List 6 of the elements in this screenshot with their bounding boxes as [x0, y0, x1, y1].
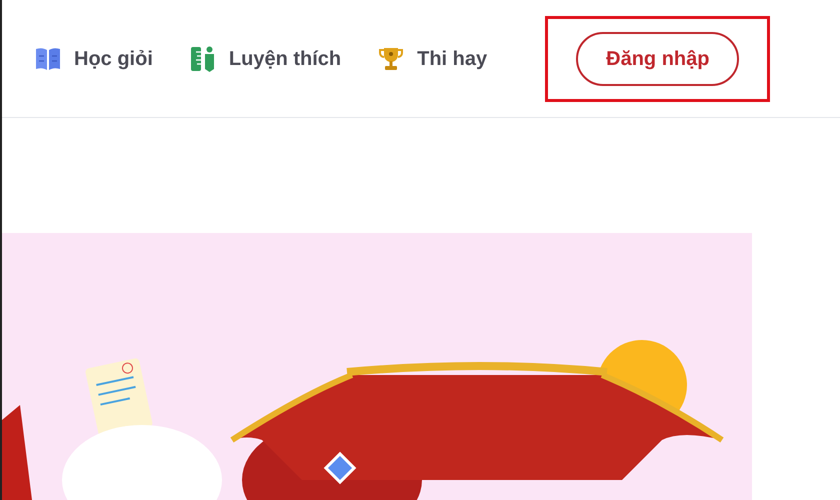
- login-button[interactable]: Đăng nhập: [576, 32, 740, 86]
- ruler-pencil-icon: [188, 44, 217, 72]
- nav-link[interactable]: Luyện thích: [188, 44, 342, 74]
- nav-link[interactable]: Học giỏi: [34, 44, 153, 74]
- nav-link[interactable]: Thi hay: [377, 44, 488, 74]
- book-icon: [34, 46, 62, 72]
